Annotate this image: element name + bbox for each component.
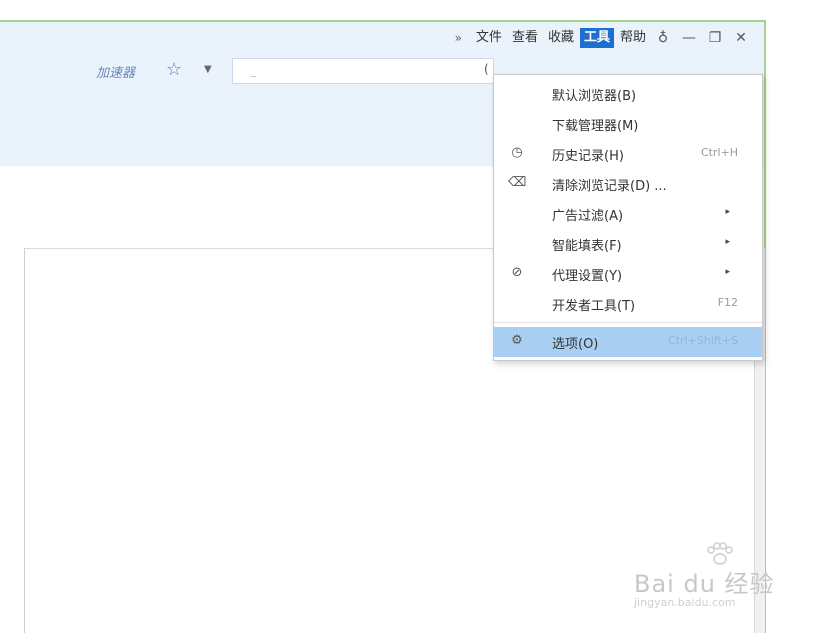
menu-item-ad-filter[interactable]: 广告过滤(A) ▸: [494, 199, 762, 229]
menu-item-history[interactable]: ◷ 历史记录(H) Ctrl+H: [494, 139, 762, 169]
menu-item-shortcut: F12: [717, 296, 738, 309]
menu-favorites[interactable]: 收藏: [544, 28, 578, 48]
menu-item-proxy-settings[interactable]: ⊘ 代理设置(Y) ▸: [494, 259, 762, 289]
tools-menu: 默认浏览器(B) 下载管理器(M) ◷ 历史记录(H) Ctrl+H ⌫ 清除浏…: [493, 74, 763, 361]
menu-item-label: 选项(O): [552, 337, 599, 352]
menu-help[interactable]: 帮助: [616, 28, 650, 48]
double-chevron-right-icon[interactable]: »: [455, 31, 462, 45]
menu-item-label: 智能填表(F): [552, 239, 622, 254]
close-button[interactable]: ✕: [728, 29, 754, 47]
submenu-arrow-icon: ▸: [725, 267, 730, 277]
tshirt-icon[interactable]: ♁: [650, 29, 676, 47]
menu-item-shortcut: Ctrl+Shift+S: [668, 334, 738, 347]
accelerator-button[interactable]: 加速器: [96, 62, 135, 81]
menu-view[interactable]: 查看: [508, 28, 542, 48]
menu-item-label: 下载管理器(M): [552, 119, 639, 134]
menu-file[interactable]: 文件: [472, 28, 506, 48]
menu-bar: » 文件 查看 收藏 工具 帮助 ♁ — ❐ ✕: [0, 22, 764, 54]
chevron-down-icon[interactable]: ▼: [204, 64, 212, 75]
menu-items: » 文件 查看 收藏 工具 帮助 ♁ — ❐ ✕: [455, 28, 754, 48]
menu-item-options[interactable]: ⚙ 选项(O) Ctrl+Shift+S: [494, 327, 762, 357]
menu-item-label: 广告过滤(A): [552, 209, 624, 224]
watermark-brand: Bai du 经验: [634, 570, 775, 598]
search-adornment: (: [484, 62, 489, 76]
star-icon[interactable]: ☆: [166, 59, 182, 80]
menu-item-developer-tools[interactable]: 开发者工具(T) F12: [494, 289, 762, 319]
content-left-border: [24, 248, 25, 633]
menu-item-autofill[interactable]: 智能填表(F) ▸: [494, 229, 762, 259]
menu-separator: [494, 322, 762, 323]
menu-item-shortcut: Ctrl+H: [700, 146, 738, 159]
restore-button[interactable]: ❐: [702, 29, 728, 47]
menu-item-label: 历史记录(H): [552, 149, 624, 164]
minimize-button[interactable]: —: [676, 29, 702, 47]
baidu-watermark: Bai du 经验 jingyan.baidu.com: [630, 542, 800, 622]
gear-icon: ⚙: [511, 333, 523, 348]
watermark-url: jingyan.baidu.com: [634, 596, 736, 609]
menu-tools[interactable]: 工具: [579, 28, 614, 48]
screen: » 文件 查看 收藏 工具 帮助 ♁ — ❐ ✕ 加速器 ☆ ▼ (默认浏览器…: [0, 0, 829, 633]
submenu-arrow-icon: ▸: [725, 237, 730, 247]
eraser-icon: ⌫: [508, 175, 527, 190]
menu-item-label: 开发者工具(T): [552, 299, 636, 314]
clock-icon: ◷: [511, 145, 523, 160]
content-divider: [24, 248, 494, 249]
link-icon: ⊘: [511, 265, 523, 280]
menu-item-clear-history[interactable]: ⌫ 清除浏览记录(D) ...: [494, 169, 762, 199]
menu-item-label: 默认浏览器(B): [552, 89, 637, 104]
menu-item-download-manager[interactable]: 下载管理器(M): [494, 109, 762, 139]
paw-icon: [707, 542, 733, 565]
search-caret: [250, 76, 256, 77]
submenu-arrow-icon: ▸: [725, 207, 730, 217]
menu-item-label: 代理设置(Y): [552, 269, 623, 284]
menu-item-label: 清除浏览记录(D) ...: [552, 179, 667, 194]
menu-item-default-browser[interactable]: 默认浏览器(B): [494, 79, 762, 109]
search-input[interactable]: [232, 58, 494, 84]
